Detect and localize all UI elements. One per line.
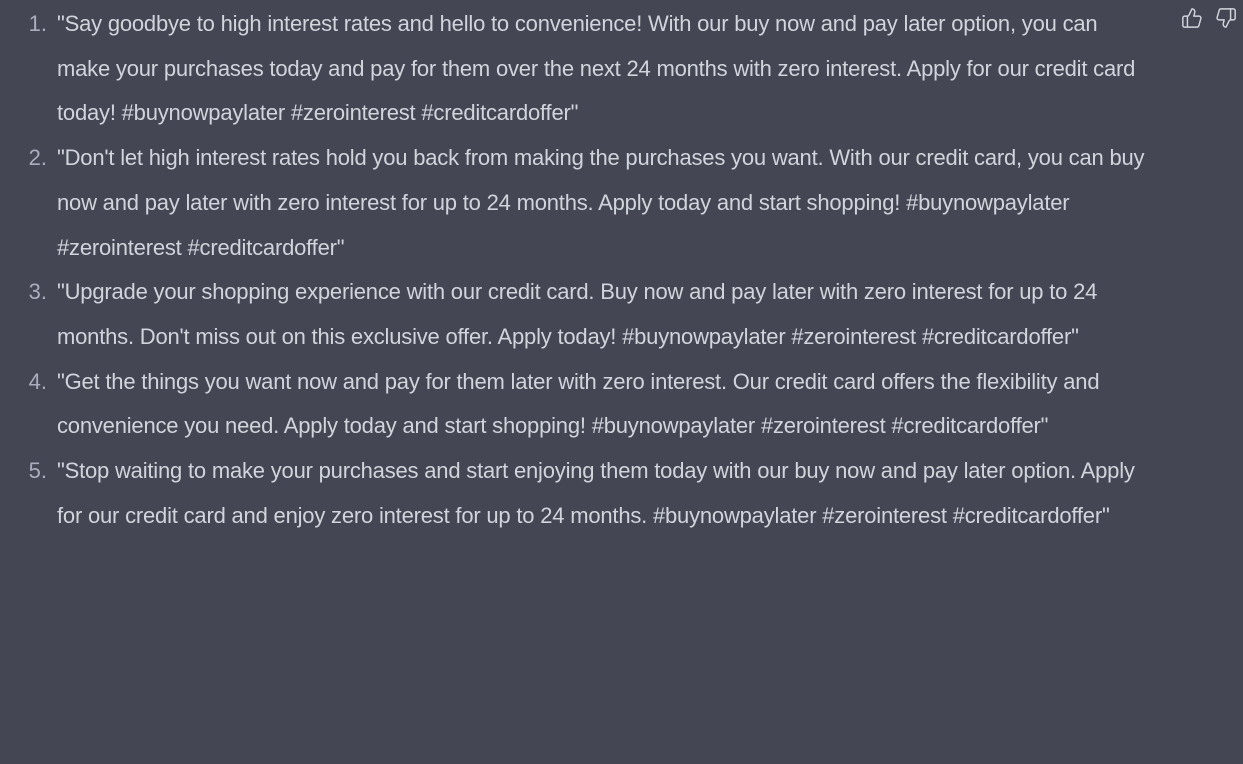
assistant-message: 1. "Say goodbye to high interest rates a… bbox=[0, 0, 1243, 764]
list-item-number: 4. bbox=[28, 368, 47, 394]
feedback-controls bbox=[1179, 4, 1239, 32]
thumbs-down-button[interactable] bbox=[1213, 4, 1239, 32]
list-item-text: "Don't let high interest rates hold you … bbox=[57, 145, 1145, 260]
list-item: 3. "Upgrade your shopping experience wit… bbox=[0, 270, 1150, 359]
list-item-text: "Upgrade your shopping experience with o… bbox=[57, 279, 1098, 349]
list-item: 4. "Get the things you want now and pay … bbox=[0, 360, 1150, 449]
thumbs-up-button[interactable] bbox=[1179, 4, 1205, 32]
list-item-number: 1. bbox=[28, 11, 47, 36]
list-item: 1. "Say goodbye to high interest rates a… bbox=[0, 2, 1150, 136]
list-item-text: "Stop waiting to make your purchases and… bbox=[57, 458, 1135, 528]
thumbs-up-icon bbox=[1182, 8, 1202, 28]
response-list: 1. "Say goodbye to high interest rates a… bbox=[0, 2, 1150, 538]
list-item-text: "Say goodbye to high interest rates and … bbox=[57, 11, 1136, 126]
list-item: 5. "Stop waiting to make your purchases … bbox=[0, 449, 1150, 538]
thumbs-down-icon bbox=[1216, 8, 1236, 28]
list-item-text: "Get the things you want now and pay for… bbox=[57, 368, 1100, 439]
list-item: 2. "Don't let high interest rates hold y… bbox=[0, 136, 1150, 270]
list-item-number: 5. bbox=[28, 458, 47, 484]
list-item-number: 3. bbox=[28, 279, 47, 305]
list-item-number: 2. bbox=[28, 145, 47, 171]
